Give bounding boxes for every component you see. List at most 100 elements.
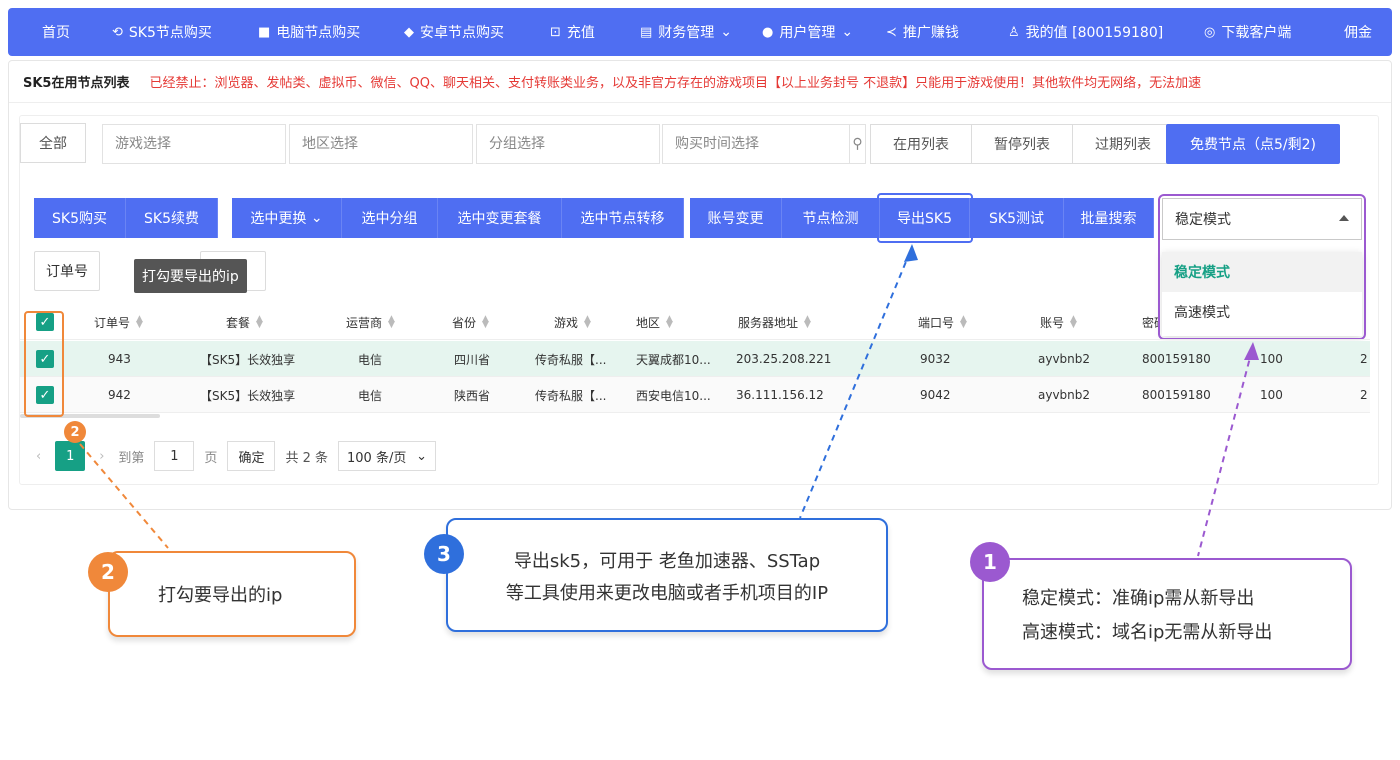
col-password[interactable]: 密码 — [1142, 304, 1158, 340]
group-select-input[interactable] — [477, 125, 663, 163]
nav-pc-buy[interactable]: ■ 电脑节点购买 — [258, 8, 360, 56]
sort-icon: ▲ ▼ — [584, 314, 591, 330]
chevron-right-icon[interactable]: › — [99, 449, 104, 464]
sk5-buy-button[interactable]: SK5购买 — [34, 198, 126, 238]
account-change-button[interactable]: 账号变更 — [690, 198, 782, 238]
chevron-left-icon[interactable]: ‹ — [36, 449, 41, 464]
goto-confirm-button[interactable]: 确定 — [227, 441, 276, 471]
all-button[interactable]: 全部 — [20, 123, 86, 163]
game-select[interactable]: ⚲ — [102, 124, 300, 164]
cell-plan: 【SK5】长效独享 — [200, 388, 296, 403]
action-group-2: 选中更换 ⌄ 选中分组 选中变更套餐 选中节点转移 — [232, 198, 684, 238]
col-region[interactable]: 地区 ▲ ▼ — [636, 304, 673, 340]
col-plan-label: 套餐 — [226, 315, 251, 330]
cell-order: 942 — [108, 388, 131, 402]
cell-extra: 100 — [1260, 352, 1283, 366]
table-row[interactable]: ✓ 942 【SK5】长效独享 电信 陕西省 传奇私服【... 西安电信10..… — [20, 377, 1370, 413]
callout-export-line1: 导出sk5，可用于 老鱼加速器、SSTap — [513, 551, 821, 572]
sort-icon: ▲ ▼ — [482, 314, 489, 330]
share-icon: ≺ — [886, 24, 897, 40]
col-account[interactable]: 账号 ▲ ▼ — [1040, 304, 1077, 340]
time-select-input[interactable] — [663, 125, 849, 163]
col-order[interactable]: 订单号 ▲ ▼ — [94, 304, 143, 340]
region-select-input[interactable] — [290, 125, 476, 163]
tooltip: 打勾要导出的ip — [134, 259, 247, 293]
nav-android-buy-label: 安卓节点购买 — [420, 25, 504, 41]
nav-android-buy[interactable]: ◆ 安卓节点购买 — [404, 8, 504, 56]
order-button[interactable]: 订单号 — [34, 251, 100, 291]
tab-paused-list[interactable]: 暂停列表 — [972, 125, 1073, 163]
top-nav: 首页 ⟲ SK5节点购买 ■ 电脑节点购买 ◆ 安卓节点购买 ⊡ 充值 ▤ 财务管理 ⌄ ●… — [8, 8, 1392, 56]
page-size-select[interactable]: 100 条/页 ⌄ — [338, 441, 436, 471]
batch-transfer-button[interactable]: 选中节点转移 — [562, 198, 684, 238]
cell-plan: 【SK5】长效独享 — [200, 352, 296, 367]
batch-change-label: 选中更换 — [250, 211, 307, 227]
small-step-badge: 2 — [64, 421, 86, 443]
tab-active-list[interactable]: 在用列表 — [871, 125, 972, 163]
nav-home[interactable]: 首页 — [42, 8, 70, 56]
cell-province: 四川省 — [454, 352, 491, 367]
nav-users[interactable]: ● 用户管理 ⌄ — [762, 8, 853, 56]
nav-sk5-buy[interactable]: ⟲ SK5节点购买 — [112, 8, 212, 56]
step-1-badge: 1 — [970, 542, 1010, 582]
chevron-down-icon: ⌄ — [306, 210, 323, 226]
col-isp-label: 运营商 — [346, 315, 383, 330]
region-select[interactable]: ⚲ — [289, 124, 487, 164]
cell-password: 800159180 — [1142, 388, 1211, 402]
sk5-test-button[interactable]: SK5测试 — [970, 198, 1064, 238]
col-port-label: 端口号 — [918, 315, 955, 330]
nav-users-label: 用户管理 — [779, 25, 836, 41]
batch-plan-button[interactable]: 选中变更套餐 — [438, 198, 562, 238]
nav-commission[interactable]: 佣金 — [1344, 8, 1372, 56]
callout-mode: 稳定模式：准确ip需从新导出 高速模式：域名ip无需从新导出 — [982, 558, 1352, 670]
col-isp[interactable]: 运营商 ▲ ▼ — [346, 304, 395, 340]
nav-promote[interactable]: ≺ 推广赚钱 — [886, 8, 959, 56]
batch-search-button[interactable]: 批量搜索 — [1064, 198, 1154, 238]
nav-finance[interactable]: ▤ 财务管理 ⌄ — [640, 8, 732, 56]
page-size-value: 100 条/页 — [347, 450, 407, 466]
col-server-label: 服务器地址 — [738, 315, 799, 330]
download-icon: ◎ — [1204, 24, 1216, 40]
cell-password: 800159180 — [1142, 352, 1211, 366]
free-nodes-button[interactable]: 免费节点（点5/剩2) — [1166, 124, 1340, 164]
node-check-button[interactable]: 节点检测 — [782, 198, 880, 238]
nav-download-label: 下载客户端 — [1221, 25, 1292, 41]
callout-mode-line1: 稳定模式：准确ip需从新导出 — [1022, 588, 1255, 609]
callout-export-line2: 等工具使用来更改电脑或者手机项目的IP — [505, 583, 829, 604]
batch-group-button[interactable]: 选中分组 — [342, 198, 438, 238]
total-count: 共 2 条 — [285, 450, 328, 466]
cell-account: ayvbnb2 — [1038, 388, 1091, 402]
cell-server: 36.111.156.12 — [736, 388, 824, 402]
group-select[interactable]: ⚲ — [476, 124, 674, 164]
col-game[interactable]: 游戏 ▲ ▼ — [554, 304, 591, 340]
nav-account[interactable]: ♙ 我的值 [800159180] — [1008, 8, 1163, 56]
goto-input[interactable]: 1 — [154, 441, 195, 471]
search-icon[interactable]: ⚲ — [849, 125, 865, 163]
cell-isp: 电信 — [358, 352, 383, 367]
cart-icon: ⊡ — [550, 24, 561, 40]
col-server[interactable]: 服务器地址 ▲ ▼ — [738, 304, 811, 340]
cell-account: ayvbnb2 — [1038, 352, 1091, 366]
col-province[interactable]: 省份 ▲ ▼ — [452, 304, 489, 340]
cell-isp: 电信 — [358, 388, 383, 403]
action-group-1: SK5购买 SK5续费 — [34, 198, 218, 238]
callout-mode-line2: 高速模式：域名ip无需从新导出 — [1022, 622, 1273, 643]
nav-recharge[interactable]: ⊡ 充值 — [550, 8, 595, 56]
game-select-input[interactable] — [103, 125, 289, 163]
sk5-renew-button[interactable]: SK5续费 — [126, 198, 218, 238]
tab-expired-list[interactable]: 过期列表 — [1073, 125, 1173, 163]
cell-province: 陕西省 — [454, 388, 491, 403]
time-select[interactable]: ⚲ — [662, 124, 866, 164]
page-current[interactable]: 1 — [55, 441, 86, 471]
sort-icon: ▲ ▼ — [1070, 314, 1077, 330]
batch-change-button[interactable]: 选中更换 ⌄ — [232, 198, 342, 238]
nav-home-label: 首页 — [42, 25, 70, 41]
col-port[interactable]: 端口号 ▲ ▼ — [918, 304, 967, 340]
col-plan[interactable]: 套餐 ▲ ▼ — [226, 304, 263, 340]
warning-text: 已经禁止：浏览器、发帖类、虚拟币、微信、QQ、聊天相关、支付转账类业务，以及非官… — [149, 76, 1202, 91]
table-row[interactable]: ✓ 943 【SK5】长效独享 电信 四川省 传奇私服【... 天翼成都10..… — [20, 341, 1370, 377]
step-2-badge: 2 — [88, 552, 128, 592]
nav-download[interactable]: ◎ 下载客户端 — [1204, 8, 1291, 56]
cell-game: 传奇私服【... — [535, 388, 607, 403]
col-game-label: 游戏 — [554, 315, 579, 330]
